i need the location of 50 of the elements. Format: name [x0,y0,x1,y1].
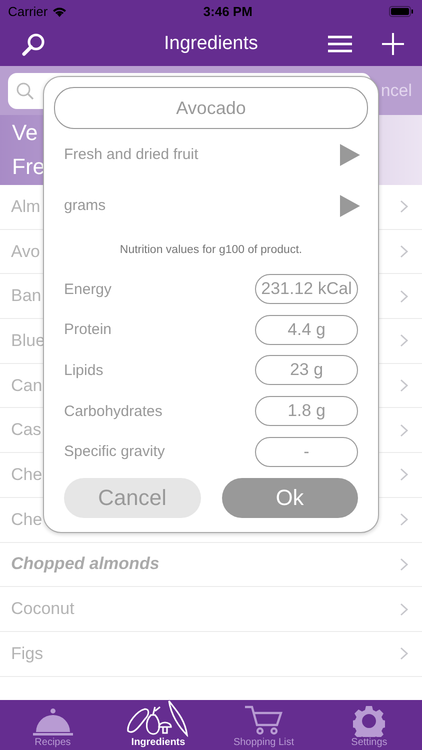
nutrition-note: Nutrition values for g100 of product. [118,243,304,258]
tab-item[interactable]: Recipes [8,707,98,750]
chevron-icon [400,290,408,303]
plus-icon [382,33,404,55]
chevron-icon [400,200,408,214]
cancel-button[interactable]: Cancel [64,478,200,518]
search-icon [22,32,46,56]
tab-item[interactable]: Shopping List [218,705,309,750]
settings-icon [353,705,386,737]
nutrient-label: Protein [64,321,112,338]
play-icon [340,144,360,166]
name-field[interactable]: Avocado [54,87,368,129]
carrier-label: Carrier [8,4,48,18]
ok-button[interactable]: Ok [222,478,358,518]
section-subtitle: Fre [12,153,45,181]
cloche-icon [32,707,74,737]
nutrient-label: Carbohydrates [64,402,162,420]
picker-row[interactable]: grams [54,180,368,231]
ingredient-row[interactable]: Figs [0,632,422,677]
picker-row[interactable]: Fresh and dried fruit [54,129,368,180]
chevron-icon [400,513,408,526]
ingredient-row[interactable]: Coconut [0,587,422,632]
chevron-icon [400,245,408,258]
chevron-icon [400,379,408,392]
nutrient-value-field[interactable]: 23 g [255,355,358,386]
tab-item[interactable]: Settings [324,705,414,750]
chevron-icon [400,647,408,660]
nav-title: Ingredients [162,33,259,55]
chevron-icon [400,334,408,348]
nutrient-label: Energy [64,280,112,298]
nutrient-value-field[interactable]: 4.4 g [255,314,358,345]
search-icon [16,82,34,100]
chevron-icon [400,558,408,571]
chevron-icon [400,468,408,482]
menu-icon [328,35,352,53]
chevron-icon [400,602,408,616]
chevron-icon [400,424,408,437]
status-time: 3:46 PM [203,4,252,18]
battery-icon [389,6,414,16]
section-title: Ve [12,119,38,147]
nutrient-value-field[interactable]: - [255,436,358,467]
cart-icon [244,705,284,737]
ingredient-row[interactable]: Chopped almonds [0,542,422,588]
nutrient-value-field[interactable]: 1.8 g [255,396,358,426]
nutrient-value-field[interactable]: 231.12 kCal [255,274,358,304]
tab-item[interactable]: Ingredients [113,697,204,750]
play-icon [340,194,360,216]
wifi-icon [52,6,67,16]
nutrient-label: Lipids [64,362,104,379]
nutrient-label: Specific gravity [64,443,165,460]
